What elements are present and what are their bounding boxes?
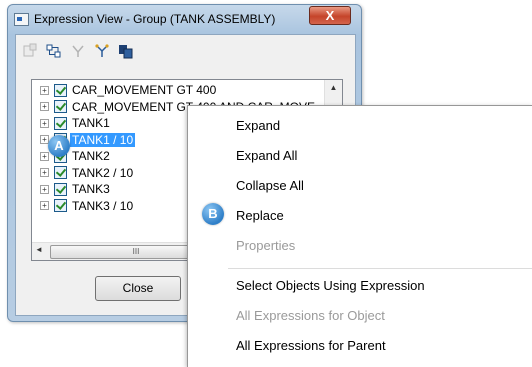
scroll-left-icon[interactable]: ◄ bbox=[35, 245, 43, 254]
tree-row-label: CAR_MOVEMENT GT 400 bbox=[72, 83, 217, 98]
expand-tree-icon[interactable] bbox=[46, 43, 62, 59]
expand-toggle[interactable]: + bbox=[40, 151, 49, 161]
row-checkbox[interactable] bbox=[54, 83, 67, 97]
tree-row-label: TANK1 / 10 bbox=[70, 132, 136, 147]
title-bar[interactable]: Expression View - Group (TANK ASSEMBLY) … bbox=[8, 5, 361, 33]
context-menu: Expand Expand All Collapse All Replace P… bbox=[187, 105, 532, 367]
tree-row-label: TANK1 bbox=[72, 116, 110, 131]
row-checkbox[interactable] bbox=[54, 182, 67, 196]
tree-row[interactable]: + CAR_MOVEMENT GT 400 bbox=[32, 82, 342, 99]
menu-item-all-expressions-parent[interactable]: All Expressions for Parent bbox=[236, 338, 386, 353]
tree-row-label: TANK2 / 10 bbox=[72, 165, 134, 180]
expand-toggle[interactable]: + bbox=[40, 85, 49, 95]
row-checkbox[interactable] bbox=[54, 116, 67, 130]
row-checkbox[interactable] bbox=[54, 199, 67, 213]
callout-b-badge: B bbox=[202, 203, 224, 225]
expand-toggle[interactable]: + bbox=[40, 201, 49, 211]
menu-item-replace[interactable]: Replace bbox=[236, 208, 284, 223]
hierarchy-icon[interactable] bbox=[94, 43, 110, 59]
expand-toggle[interactable]: + bbox=[40, 118, 49, 128]
menu-item-all-expressions-object: All Expressions for Object bbox=[236, 308, 385, 323]
menu-item-collapse-all[interactable]: Collapse All bbox=[236, 178, 304, 193]
scroll-up-icon[interactable]: ▲ bbox=[325, 80, 342, 95]
menu-item-expand-all[interactable]: Expand All bbox=[236, 148, 297, 163]
expand-toggle[interactable]: + bbox=[40, 184, 49, 194]
app-icon bbox=[14, 13, 29, 26]
tree-row-label: TANK2 bbox=[72, 149, 110, 164]
expand-toggle[interactable]: + bbox=[40, 102, 49, 112]
row-checkbox[interactable] bbox=[54, 166, 67, 180]
toolbar bbox=[22, 43, 134, 61]
menu-item-expand[interactable]: Expand bbox=[236, 118, 280, 133]
menu-item-select-objects[interactable]: Select Objects Using Expression bbox=[236, 278, 425, 293]
row-checkbox[interactable] bbox=[54, 100, 67, 114]
tree-row-label: TANK3 bbox=[72, 182, 110, 197]
expand-toggle[interactable]: + bbox=[40, 168, 49, 178]
window-title: Expression View - Group (TANK ASSEMBLY) bbox=[34, 12, 276, 26]
window-close-button[interactable]: X bbox=[309, 6, 351, 25]
copy-icon[interactable] bbox=[118, 43, 134, 59]
callout-a-badge: A bbox=[48, 135, 70, 157]
menu-item-properties: Properties bbox=[236, 238, 296, 253]
close-button[interactable]: Close bbox=[95, 276, 181, 301]
properties-icon[interactable] bbox=[22, 43, 38, 59]
menu-separator bbox=[228, 268, 532, 269]
filter-icon[interactable] bbox=[70, 43, 86, 59]
tree-row-label: TANK3 / 10 bbox=[72, 198, 134, 213]
